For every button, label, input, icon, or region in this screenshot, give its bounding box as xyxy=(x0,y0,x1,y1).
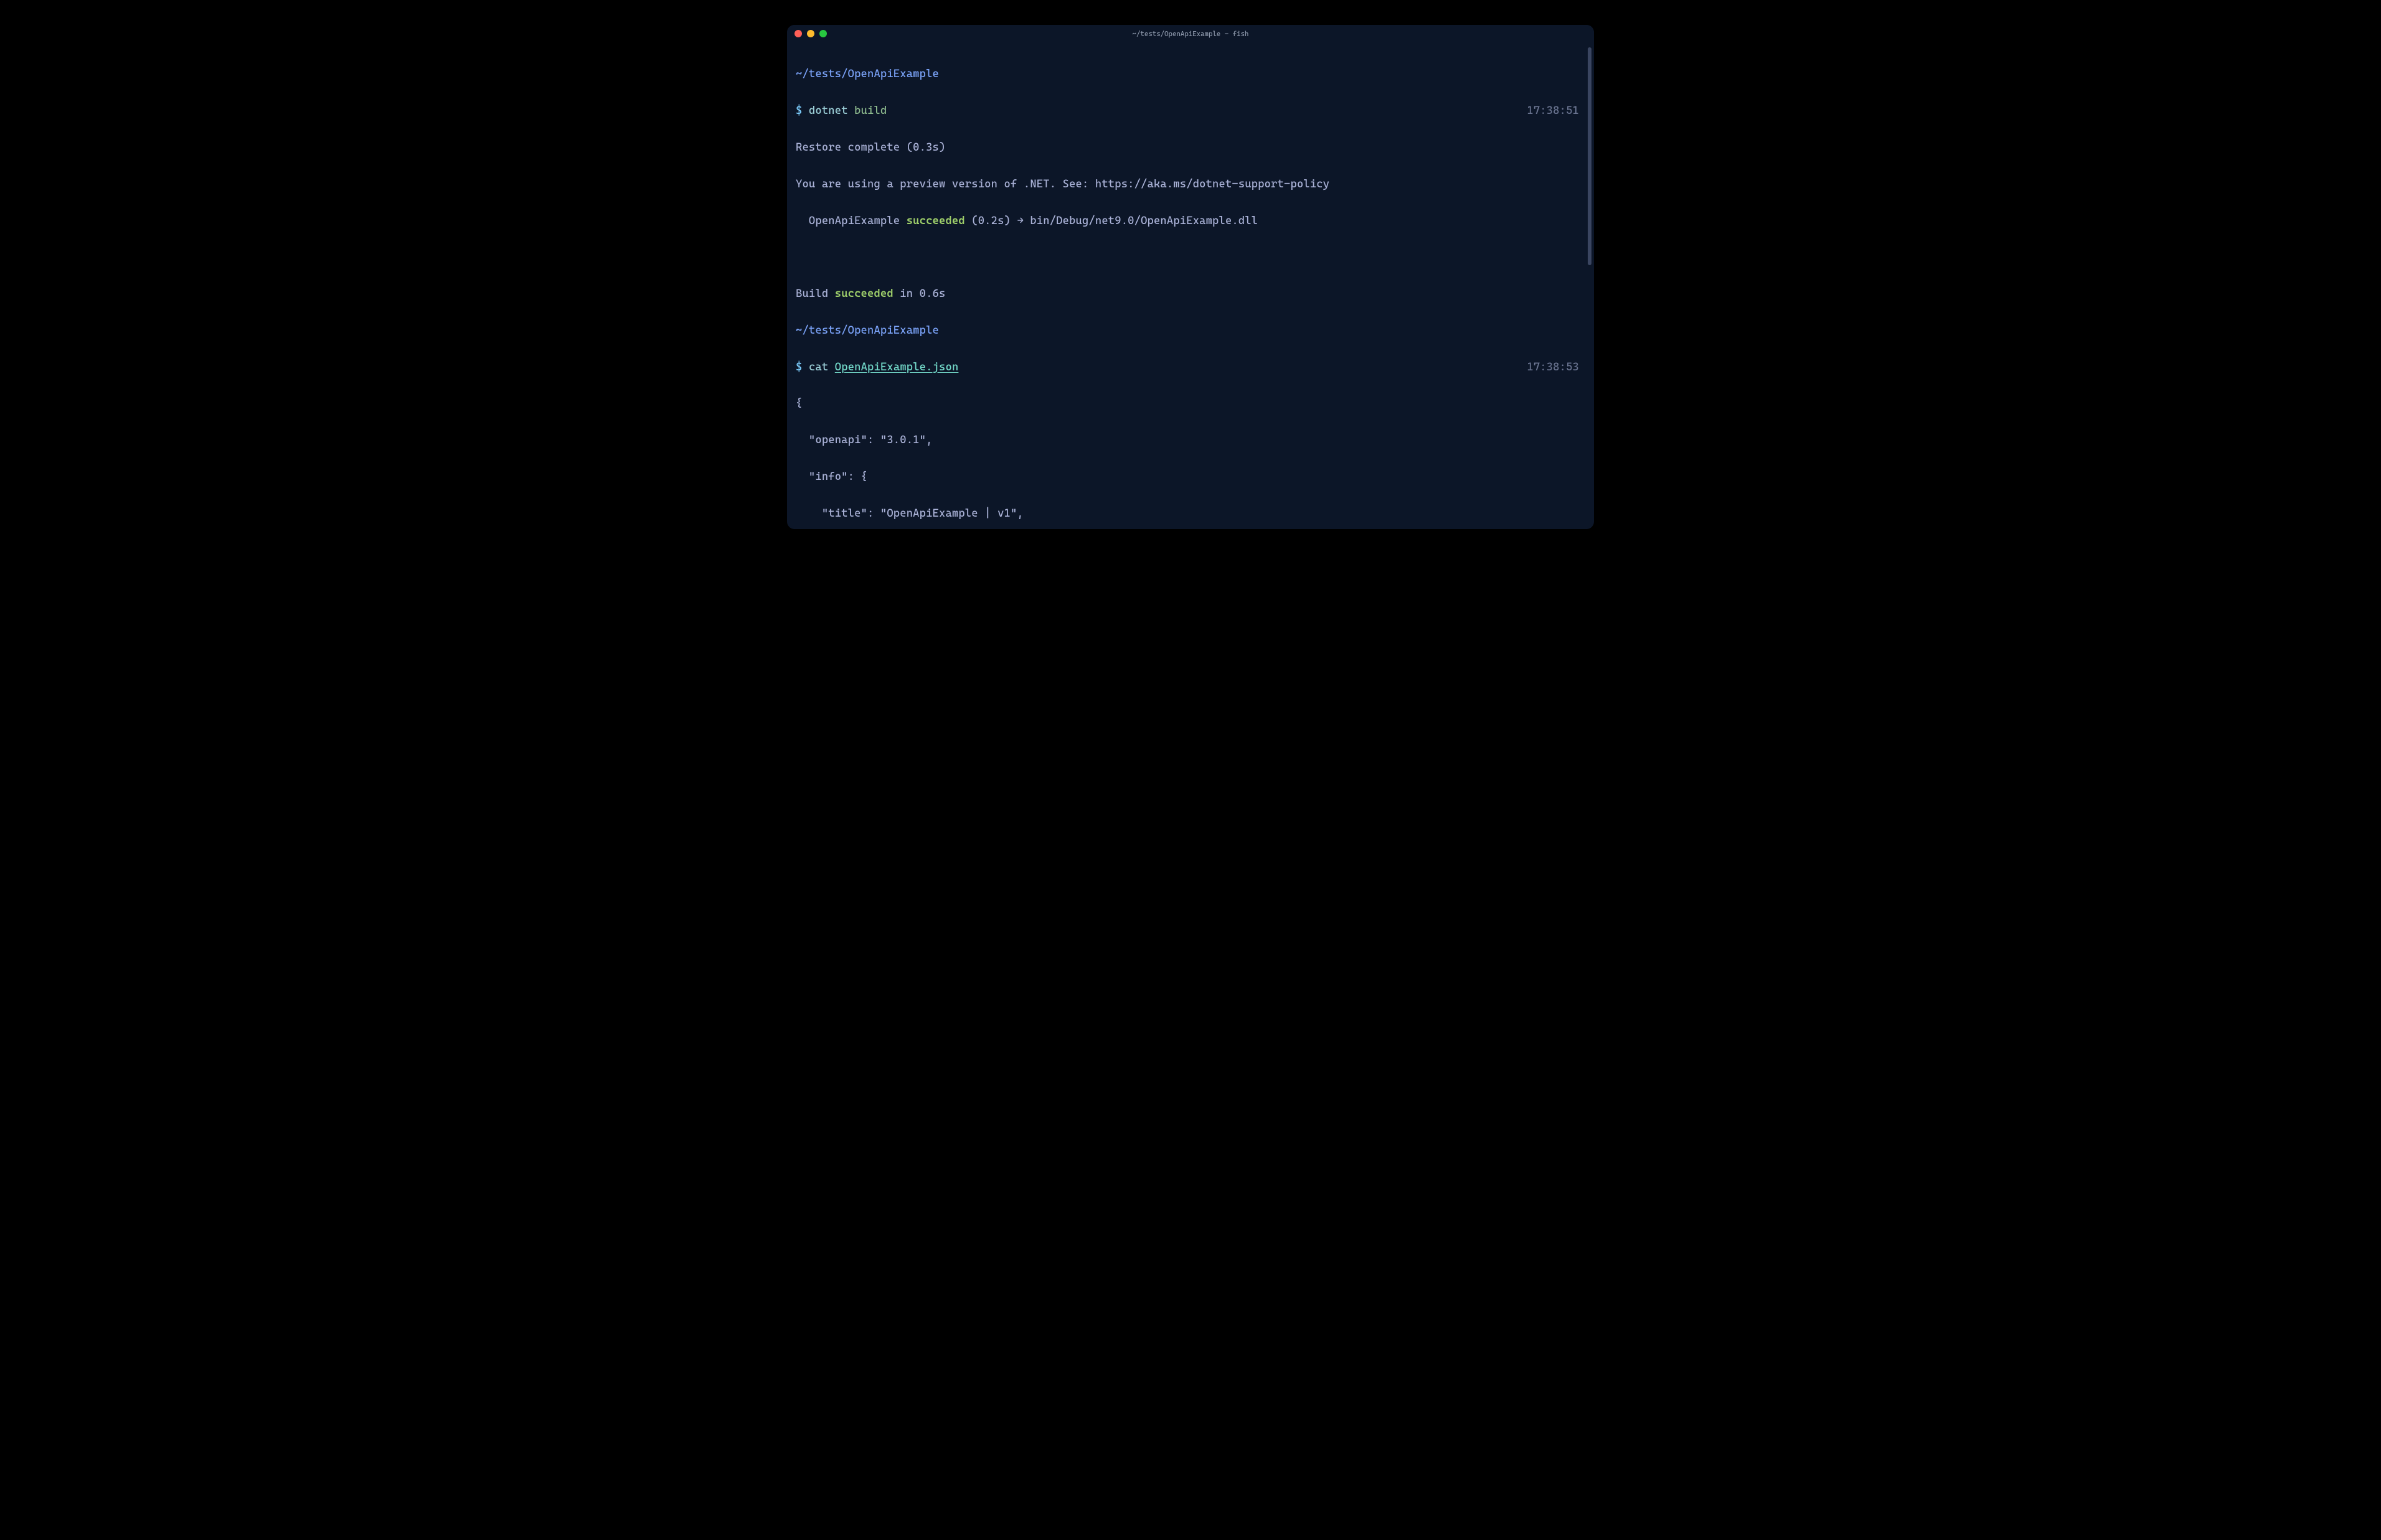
scrollbar[interactable] xyxy=(1588,47,1591,265)
status-succeeded: succeeded xyxy=(907,215,965,227)
prompt-symbol: $ xyxy=(796,105,802,117)
cwd-path: ~/tests/OpenApiExample xyxy=(796,68,939,80)
json-line: "openapi": "3.0.1", xyxy=(796,434,933,446)
cwd-path: ~/tests/OpenApiExample xyxy=(796,324,939,337)
output-line: Restore complete (0.3s) xyxy=(796,141,945,154)
command-arg: build xyxy=(854,105,887,117)
titlebar: ~/tests/OpenApiExample - fish xyxy=(787,25,1594,42)
json-line: "title": "OpenApiExample | v1", xyxy=(796,507,1024,520)
output-line: Build xyxy=(796,288,835,300)
timestamp: 17:38:51 xyxy=(1527,102,1585,120)
file-link[interactable]: OpenApiExample.json xyxy=(835,361,959,373)
minimize-button[interactable] xyxy=(807,30,814,37)
timestamp: 17:38:53 xyxy=(1527,359,1585,377)
json-line: "info": { xyxy=(796,471,867,483)
status-succeeded: succeeded xyxy=(835,288,893,300)
terminal-window: ~/tests/OpenApiExample - fish ~/tests/Op… xyxy=(787,25,1594,529)
json-line: { xyxy=(796,397,802,410)
output-line: You are using a preview version of .NET.… xyxy=(796,178,1329,190)
prompt-symbol: $ xyxy=(796,361,802,373)
traffic-lights xyxy=(794,30,827,37)
output-line: in 0.6s xyxy=(893,288,946,300)
window-title: ~/tests/OpenApiExample - fish xyxy=(1133,30,1249,38)
terminal-body[interactable]: ~/tests/OpenApiExample $ dotnet build 17:… xyxy=(787,42,1594,529)
command-name: dotnet xyxy=(809,105,848,117)
command-name: cat xyxy=(809,361,828,373)
maximize-button[interactable] xyxy=(819,30,827,37)
output-line: (0.2s) → bin/Debug/net9.0/OpenApiExample… xyxy=(965,215,1258,227)
output-line: OpenApiExample xyxy=(796,215,907,227)
close-button[interactable] xyxy=(794,30,802,37)
